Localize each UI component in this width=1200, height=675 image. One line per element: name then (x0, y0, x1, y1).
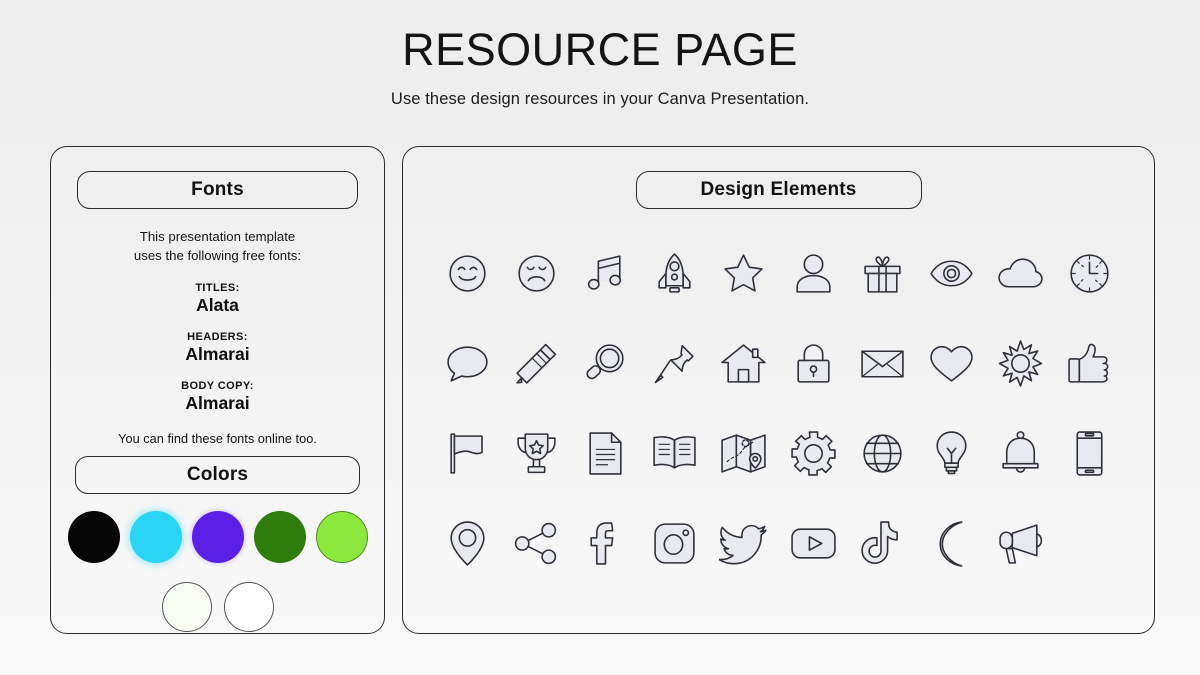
fonts-intro-line-2: uses the following free fonts: (133, 247, 302, 263)
color-swatch-white[interactable] (223, 582, 274, 633)
tiktok-icon[interactable] (848, 501, 917, 585)
flag-icon[interactable] (433, 411, 502, 495)
sun-icon[interactable] (986, 321, 1055, 405)
facebook-icon[interactable] (571, 501, 640, 585)
font-entry-titles: TITLES: Alata (69, 282, 366, 316)
twitter-icon[interactable] (709, 501, 778, 585)
fonts-header-label: Fonts (191, 179, 244, 200)
font-value-headers: Almarai (185, 344, 250, 365)
eye-icon[interactable] (917, 231, 986, 315)
font-label-headers: HEADERS: (187, 331, 248, 344)
colors-header-label: Colors (186, 464, 249, 486)
pencil-icon[interactable] (502, 321, 571, 405)
megaphone-icon[interactable] (986, 501, 1055, 585)
color-swatch-dark-green[interactable] (253, 511, 306, 564)
phone-icon[interactable] (1055, 411, 1124, 495)
fonts-intro: This presentation template uses the foll… (69, 228, 366, 265)
star-icon[interactable] (709, 231, 778, 315)
color-swatch-black[interactable] (67, 511, 120, 564)
design-elements-icon-grid (433, 231, 1124, 585)
font-entry-body-copy: BODY COPY: Almarai (69, 380, 366, 414)
map-icon[interactable] (709, 411, 778, 495)
page-title: RESOURCE PAGE (402, 24, 798, 75)
lock-icon[interactable] (778, 321, 847, 405)
sad-face-icon[interactable] (502, 231, 571, 315)
globe-icon[interactable] (848, 411, 917, 495)
location-pin-icon[interactable] (433, 501, 502, 585)
house-icon[interactable] (709, 321, 778, 405)
fonts-intro-line-1: This presentation template (139, 229, 296, 244)
document-icon[interactable] (571, 411, 640, 495)
design-elements-panel: Design Elements (402, 146, 1155, 634)
fonts-colors-panel: Fonts This presentation template uses th… (50, 146, 385, 634)
heart-icon[interactable] (917, 321, 986, 405)
font-label-body-copy: BODY COPY: (181, 380, 254, 393)
fonts-body: This presentation template uses the foll… (51, 228, 384, 446)
font-label-titles: TITLES: (195, 282, 240, 295)
book-icon[interactable] (640, 411, 709, 495)
clock-icon[interactable] (1055, 231, 1124, 315)
color-swatch-off-white[interactable] (161, 582, 212, 633)
trophy-icon[interactable] (502, 411, 571, 495)
design-elements-header-label: Design Elements (700, 179, 857, 200)
youtube-icon[interactable] (778, 501, 847, 585)
font-entry-headers: HEADERS: Almarai (69, 331, 366, 365)
moon-icon[interactable] (917, 501, 986, 585)
font-value-titles: Alata (196, 295, 239, 316)
cloud-icon[interactable] (986, 231, 1055, 315)
rocket-icon[interactable] (640, 231, 709, 315)
fonts-section-header: Fonts (77, 171, 358, 209)
person-icon[interactable] (778, 231, 847, 315)
colors-section-header: Colors (75, 456, 360, 495)
font-value-body-copy: Almarai (185, 393, 250, 414)
bell-icon[interactable] (986, 411, 1055, 495)
pushpin-icon[interactable] (640, 321, 709, 405)
share-icon[interactable] (502, 501, 571, 585)
page-subtitle: Use these design resources in your Canva… (390, 89, 810, 108)
page-header: RESOURCE PAGE Use these design resources… (0, 0, 1200, 109)
design-elements-section-header: Design Elements (635, 171, 922, 209)
music-note-icon[interactable] (571, 231, 640, 315)
color-swatch-cyan[interactable] (129, 511, 182, 564)
color-swatch-row-neutral (51, 582, 384, 633)
fonts-outro: You can find these fonts online too. (118, 431, 317, 447)
color-swatch-light-green[interactable] (315, 511, 368, 564)
thumbs-up-icon[interactable] (1055, 321, 1124, 405)
gear-icon[interactable] (778, 411, 847, 495)
color-swatch-purple[interactable] (191, 511, 244, 564)
magnifying-glass-icon[interactable] (571, 321, 640, 405)
instagram-icon[interactable] (640, 501, 709, 585)
envelope-icon[interactable] (848, 321, 917, 405)
lightbulb-icon[interactable] (917, 411, 986, 495)
gift-icon[interactable] (848, 231, 917, 315)
smiley-face-icon[interactable] (433, 231, 502, 315)
color-swatch-row-main (51, 511, 384, 564)
speech-bubble-icon[interactable] (433, 321, 502, 405)
